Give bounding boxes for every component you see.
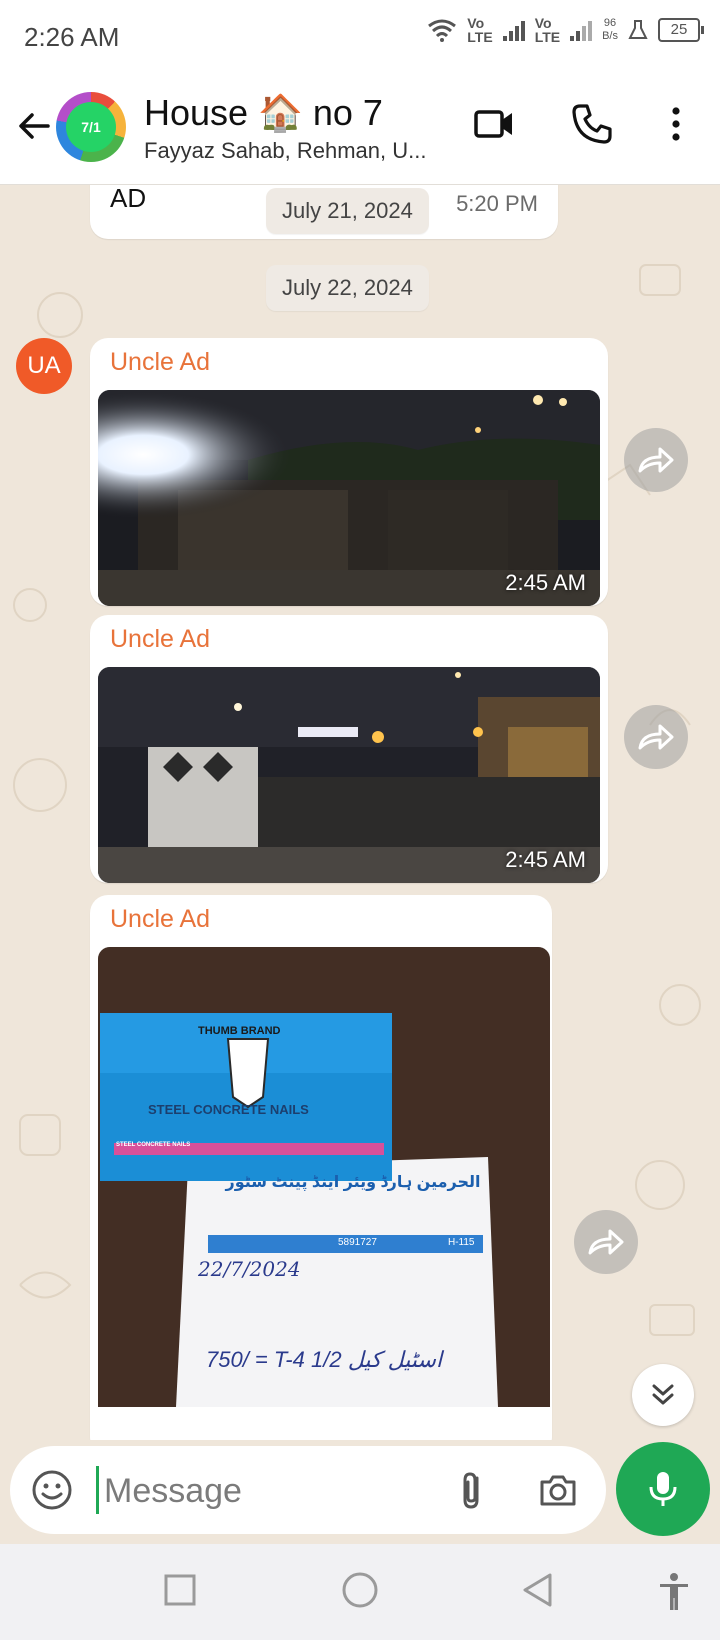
image-message-bubble[interactable]: Uncle Ad THUMB BRAND STEEL CONCRETE NAIL… [90,895,552,1440]
chat-title[interactable]: House 🏠 no 7 [144,92,383,134]
date-separator: July 22, 2024 [266,265,429,311]
paperclip-icon[interactable] [450,1468,494,1512]
recents-square-icon[interactable] [162,1572,198,1608]
nails-box-stripe: STEEL CONCRETE NAILS [116,1142,191,1148]
group-avatar[interactable]: 7/1 [56,92,126,162]
message-image[interactable]: THUMB BRAND STEEL CONCRETE NAILS STEEL C… [98,947,550,1407]
network-speed: 96 B/s [602,17,618,42]
status-bar: 2:26 AM Vo LTE Vo LTE 96 B/s 25 [0,0,720,72]
scroll-to-bottom-button[interactable] [632,1364,694,1426]
forward-button[interactable] [624,428,688,492]
message-image[interactable]: 2:45 AM [98,390,600,606]
lte-indicator-1: Vo LTE [467,15,493,45]
emoji-icon[interactable] [30,1468,74,1512]
battery-icon: 25 [658,18,704,42]
camera-icon[interactable] [536,1468,580,1512]
lte-indicator-2: Vo LTE [534,15,561,45]
message-composer [10,1446,606,1534]
signal-icon-2 [570,19,593,41]
group-avatar-label: 7/1 [66,102,116,152]
receipt-phone: 5891727 [338,1237,377,1248]
voice-record-button[interactable] [616,1442,710,1536]
forward-button[interactable] [624,705,688,769]
arrow-left-icon[interactable] [14,106,54,146]
message-time: 2:45 AM [505,570,586,595]
receipt-date: 22/7/2024 [198,1257,301,1281]
lab-flask-icon [628,20,648,39]
home-circle-icon[interactable] [340,1572,380,1612]
video-camera-icon[interactable] [470,100,518,148]
receipt-code: H-115 [448,1237,475,1248]
forward-button[interactable] [574,1210,638,1274]
receipt-shop-name: الحرمین ہارڈ ویئر اینڈ پینٹ سٹور [225,1174,481,1191]
accessibility-icon[interactable] [656,1572,692,1612]
chat-participants[interactable]: Fayyaz Sahab, Rehman, U... [144,138,444,164]
image-message-bubble[interactable]: Uncle Ad 2:45 AM [90,338,608,606]
sender-name[interactable]: Uncle Ad [110,348,210,377]
forward-icon [638,447,674,473]
sender-name[interactable]: Uncle Ad [110,625,210,654]
chat-area[interactable]: AD 5:20 PM July 21, 2024 July 22, 2024 U… [0,185,720,1440]
receipt-line: 750/ = T-4 اسٹیل کیل 1/2 [206,1347,443,1372]
message-time: 2:45 AM [505,847,586,872]
forward-icon [588,1229,624,1255]
system-navigation-bar [0,1544,720,1640]
wifi-icon [428,19,457,42]
status-time: 2:26 AM [24,22,120,52]
microphone-icon [649,1472,677,1506]
sender-name[interactable]: Uncle Ad [110,905,210,934]
chat-header: 7/1 House 🏠 no 7 Fayyaz Sahab, Rehman, U… [0,72,720,185]
double-chevron-down-icon [652,1384,674,1405]
message-input[interactable] [102,1466,436,1516]
phone-icon[interactable] [568,100,616,148]
text-caret [96,1466,99,1514]
forward-icon [638,724,674,750]
nails-box-brand: THUMB BRAND [198,1025,281,1037]
message-image[interactable]: 2:45 AM [98,667,600,883]
more-vert-icon[interactable] [652,100,700,148]
message-text: AD [110,185,147,213]
back-triangle-icon[interactable] [520,1572,556,1608]
sender-avatar[interactable]: UA [16,338,72,394]
date-separator: July 21, 2024 [266,188,429,234]
message-time: 5:20 PM [456,191,538,216]
image-message-bubble[interactable]: Uncle Ad 2:45 AM [90,615,608,883]
nails-box-label: STEEL CONCRETE NAILS [148,1102,309,1117]
signal-icon-1 [502,19,525,41]
status-icons: Vo LTE Vo LTE 96 B/s 25 [427,15,704,45]
